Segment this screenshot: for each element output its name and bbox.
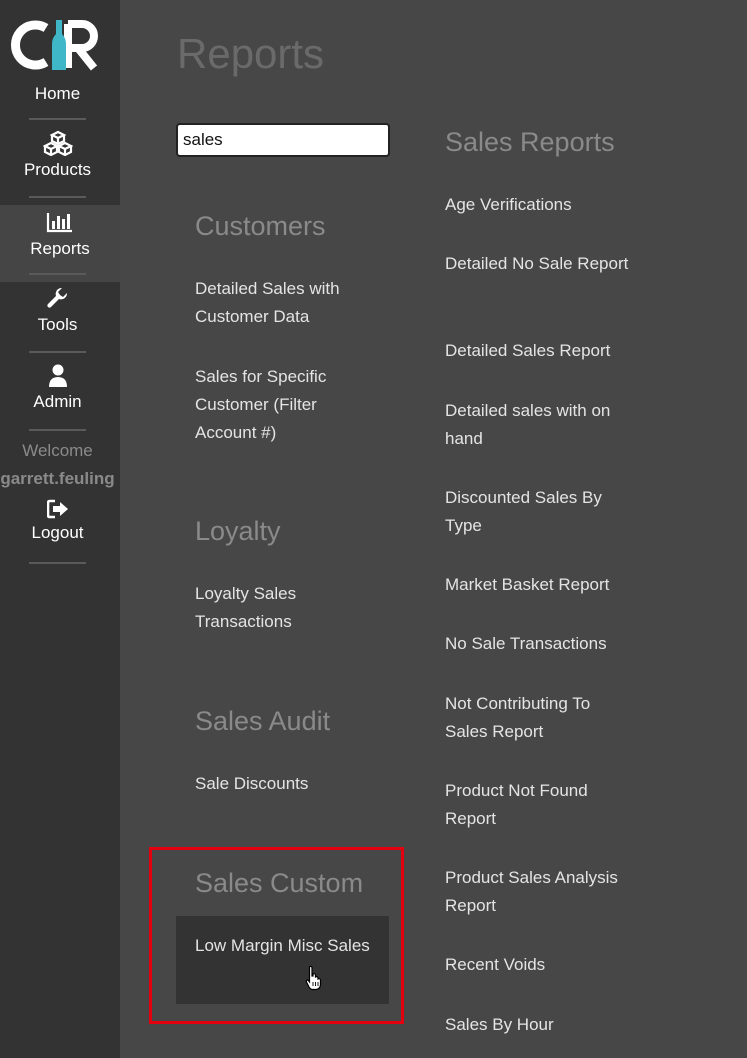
report-link[interactable]: Recent Voids: [445, 951, 630, 979]
report-link[interactable]: Product Not Found Report: [445, 777, 630, 833]
nav-tools[interactable]: Tools: [0, 287, 115, 347]
cr-logo[interactable]: [0, 18, 115, 72]
nav-divider: [29, 351, 86, 353]
report-link[interactable]: Discounted Sales By Type: [445, 484, 630, 540]
nav-admin-label: Admin: [33, 392, 82, 411]
sign-out-icon: [46, 499, 68, 519]
highlight-annotation-box: [149, 847, 404, 1024]
report-link[interactable]: Sales for Specific Customer (Filter Acco…: [195, 363, 380, 447]
report-link[interactable]: Detailed Sales with Customer Data: [195, 275, 380, 331]
report-link[interactable]: Market Basket Report: [445, 571, 630, 599]
nav-divider: [29, 273, 86, 275]
section-title-customers: Customers: [195, 211, 326, 241]
nav-tools-label: Tools: [37, 315, 78, 334]
nav-divider: [29, 118, 86, 120]
nav-home-label: Home: [34, 84, 81, 103]
user-icon: [48, 364, 67, 387]
report-link[interactable]: No Sale Transactions: [445, 630, 630, 658]
nav-divider: [29, 429, 86, 431]
page-title: Reports: [177, 30, 325, 77]
report-link[interactable]: Product Sales Analysis Report: [445, 864, 630, 920]
report-link[interactable]: Sales By Hour: [445, 1011, 630, 1039]
section-title-sales-reports: Sales Reports: [445, 127, 615, 157]
username: garrett.feuling: [0, 469, 115, 488]
report-link[interactable]: Sale Discounts: [195, 770, 380, 798]
nav-logout[interactable]: Logout: [0, 499, 115, 549]
section-title-loyalty: Loyalty: [195, 516, 281, 546]
report-link[interactable]: Detailed sales with on hand: [445, 397, 630, 453]
report-link[interactable]: Detailed Sales Report: [445, 337, 630, 365]
search-input[interactable]: [176, 123, 390, 157]
hand-pointer-cursor-icon: [305, 965, 322, 991]
nav-logout-label: Logout: [31, 523, 84, 542]
report-link[interactable]: Loyalty Sales Transactions: [195, 580, 380, 636]
sidebar: Home Products Reports Tools Admin Welcom…: [0, 0, 120, 1058]
cubes-icon: [42, 130, 73, 156]
welcome-text: Welcome: [22, 441, 93, 460]
nav-admin[interactable]: Admin: [0, 364, 115, 424]
nav-divider: [29, 196, 86, 198]
report-link[interactable]: Not Contributing To Sales Report: [445, 690, 630, 746]
nav-products[interactable]: Products: [0, 130, 115, 190]
wrench-icon: [46, 287, 67, 308]
report-link[interactable]: Age Verifications: [445, 191, 630, 219]
nav-reports[interactable]: Reports: [0, 205, 120, 282]
section-title-sales-audit: Sales Audit: [195, 706, 331, 736]
report-link[interactable]: Detailed No Sale Report: [445, 250, 630, 278]
nav-home[interactable]: Home: [0, 84, 115, 104]
nav-products-label: Products: [23, 160, 92, 179]
nav-divider: [29, 562, 86, 564]
nav-reports-label: Reports: [30, 239, 90, 258]
bar-chart-icon: [46, 213, 72, 233]
